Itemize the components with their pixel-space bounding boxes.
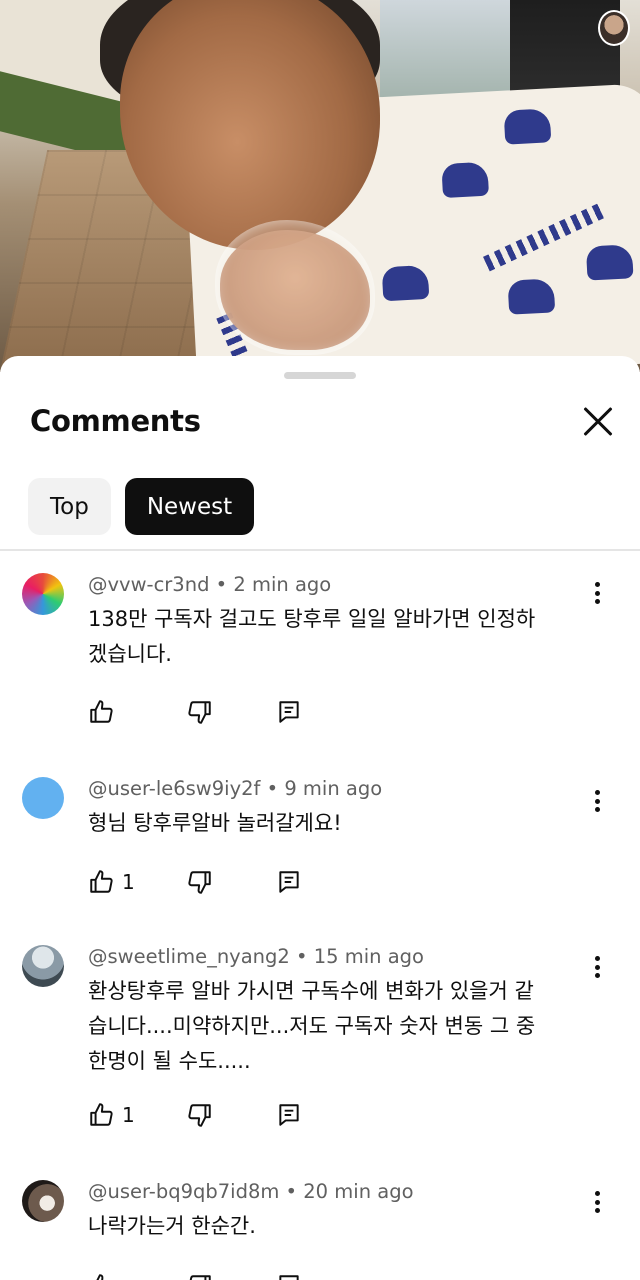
dislike-button[interactable] — [187, 1100, 213, 1130]
reply-button[interactable] — [276, 1100, 302, 1130]
avatar[interactable] — [22, 777, 64, 819]
channel-avatar-icon[interactable] — [598, 10, 630, 46]
comment-text: 형님 탕후루알바 놀러갈게요! — [88, 806, 588, 841]
reply-button[interactable] — [276, 1271, 302, 1280]
more-vert-icon[interactable] — [585, 786, 609, 816]
like-icon — [96, 1274, 104, 1280]
comment-time: 20 min ago — [303, 1180, 414, 1203]
comment-meta: @user-le6sw9iy2f • 9 min ago — [88, 777, 382, 800]
video-player[interactable] — [0, 0, 640, 372]
dislike-icon — [188, 1104, 211, 1127]
comment-text: 나락가는거 한순간. — [88, 1209, 588, 1244]
drag-handle[interactable] — [284, 372, 356, 379]
dislike-button[interactable] — [187, 1271, 213, 1280]
like-button[interactable] — [88, 697, 122, 727]
meta-separator: • — [266, 777, 279, 800]
close-icon[interactable] — [576, 400, 620, 444]
comment-author[interactable]: @user-le6sw9iy2f — [88, 777, 260, 800]
like-button[interactable] — [88, 1271, 122, 1280]
comment-line: 138만 구독자 걸고도 탕후루 일일 알바가면 인정하 — [88, 607, 536, 631]
comment-text: 환상탕후루 알바 가시면 구독수에 변화가 있을거 같 습니다....미약하지만… — [88, 974, 588, 1079]
more-vert-icon[interactable] — [585, 952, 609, 982]
meta-separator: • — [215, 573, 228, 596]
comment-meta: @vvw-cr3nd • 2 min ago — [88, 573, 331, 596]
chip-top[interactable]: Top — [28, 478, 111, 535]
dislike-icon — [189, 1275, 211, 1280]
like-icon — [90, 870, 113, 893]
sort-chips: Top Newest — [28, 478, 255, 535]
divider — [0, 549, 640, 551]
avatar[interactable] — [22, 573, 64, 615]
comments-title: Comments — [30, 404, 201, 438]
comment-line: 형님 탕후루알바 놀러갈게요! — [88, 811, 342, 835]
reply-icon — [279, 1275, 299, 1280]
comment-line: 겠습니다. — [88, 642, 172, 666]
reply-button[interactable] — [276, 867, 302, 897]
comment-line: 환상탕후루 알바 가시면 구독수에 변화가 있을거 같 — [88, 979, 534, 1003]
meta-separator: • — [285, 1180, 298, 1203]
like-button[interactable]: 1 — [88, 1100, 135, 1130]
more-vert-icon[interactable] — [585, 1187, 609, 1217]
dislike-icon — [188, 701, 211, 724]
like-icon — [90, 1103, 113, 1126]
comment-author[interactable]: @vvw-cr3nd — [88, 573, 209, 596]
avatar[interactable] — [22, 1180, 64, 1222]
chip-newest[interactable]: Newest — [124, 478, 255, 535]
comment-time: 15 min ago — [313, 945, 424, 968]
comment-line: 나락가는거 한순간. — [88, 1214, 256, 1238]
more-vert-icon[interactable] — [585, 578, 609, 608]
avatar[interactable] — [22, 945, 64, 987]
reply-icon — [279, 1104, 299, 1126]
like-count: 1 — [122, 870, 135, 894]
like-count: 1 — [122, 1103, 135, 1127]
reply-button[interactable] — [276, 697, 302, 727]
reply-icon — [279, 701, 299, 723]
comment-meta: @sweetlime_nyang2 • 15 min ago — [88, 945, 424, 968]
comment-meta: @user-bq9qb7id8m • 20 min ago — [88, 1180, 414, 1203]
dislike-icon — [188, 871, 211, 894]
comment-line: 습니다....미약하지만...저도 구독자 숫자 변동 그 중 — [88, 1014, 536, 1038]
meta-separator: • — [296, 945, 308, 968]
comment-text: 138만 구독자 걸고도 탕후루 일일 알바가면 인정하 겠습니다. — [88, 602, 588, 672]
comment-author[interactable]: @sweetlime_nyang2 — [88, 945, 290, 968]
comment-line: 한명이 될 수도..... — [88, 1049, 251, 1073]
comment-time: 9 min ago — [284, 777, 383, 800]
dislike-button[interactable] — [187, 867, 213, 897]
reply-icon — [279, 871, 299, 893]
comment-time: 2 min ago — [233, 573, 332, 596]
comment-author[interactable]: @user-bq9qb7id8m — [88, 1180, 279, 1203]
like-button[interactable]: 1 — [88, 867, 135, 897]
like-icon — [90, 700, 113, 723]
dislike-button[interactable] — [187, 697, 213, 727]
